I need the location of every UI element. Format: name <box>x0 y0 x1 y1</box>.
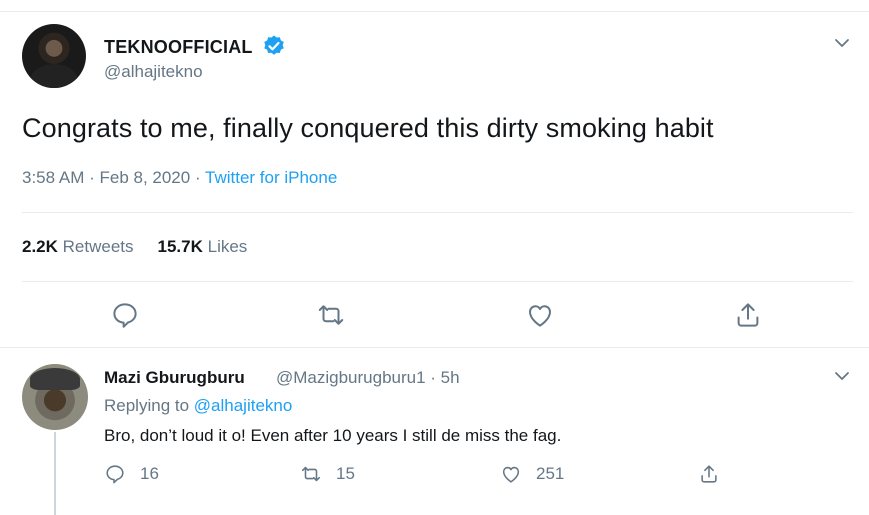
likes-count: 15.7K <box>157 237 203 256</box>
divider <box>0 347 869 348</box>
thread-line <box>54 432 56 515</box>
tweet-actions <box>0 300 869 332</box>
divider <box>22 212 853 213</box>
reply-retweet-action[interactable]: 15 <box>300 462 355 486</box>
author-avatar[interactable] <box>22 24 86 88</box>
author-handle[interactable]: @alhajitekno <box>104 62 203 82</box>
share-icon <box>701 465 717 483</box>
like-count: 251 <box>536 464 565 483</box>
likes-label: Likes <box>202 237 248 256</box>
tweet-text: Congrats to me, finally conquered this d… <box>22 113 714 143</box>
chevron-down-icon[interactable] <box>832 366 852 386</box>
retweets-label: Retweets <box>57 237 134 256</box>
replying-to: Replying to @alhajitekno <box>104 396 292 416</box>
retweet-count: 15 <box>336 464 355 483</box>
divider <box>22 281 853 282</box>
reply-icon <box>106 465 124 484</box>
reply-count: 16 <box>140 464 159 483</box>
engagement-stats: 2.2K Retweets 15.7K Likes <box>22 237 247 257</box>
tweet-source[interactable]: Twitter for iPhone <box>205 168 337 187</box>
reply-author-display-name[interactable]: Mazi Gburugburu <box>104 368 245 388</box>
replying-prefix: Replying to <box>104 396 194 415</box>
retweets-count: 2.2K <box>22 237 58 256</box>
tweet-meta: 3:58 AM · Feb 8, 2020 · Twitter for iPho… <box>22 168 337 188</box>
retweets-stat[interactable]: 2.2K Retweets <box>22 237 134 256</box>
author-display-name[interactable]: TEKNOOFFICIAL <box>104 37 253 58</box>
chevron-down-icon[interactable] <box>832 33 852 53</box>
reply-share-action[interactable] <box>698 462 734 486</box>
reply-like-action[interactable]: 251 <box>500 462 564 486</box>
top-divider <box>0 11 869 12</box>
reply-icon[interactable] <box>110 300 140 330</box>
reply-author-avatar[interactable] <box>22 364 88 430</box>
verified-badge-icon <box>264 35 284 55</box>
like-icon[interactable] <box>525 300 555 330</box>
replying-handle-link[interactable]: @alhajitekno <box>194 396 293 415</box>
reply-text: Bro, don’t loud it o! Even after 10 year… <box>104 426 562 445</box>
reply-author-handle-time[interactable]: @Mazigburugburu1 · 5h <box>276 368 460 388</box>
tweet-timestamp[interactable]: 3:58 AM · Feb 8, 2020 · <box>22 168 205 187</box>
retweet-icon <box>301 466 321 482</box>
reply-reply-action[interactable]: 16 <box>104 462 159 486</box>
retweet-icon[interactable] <box>316 300 346 330</box>
share-icon[interactable] <box>733 300 763 330</box>
likes-stat[interactable]: 15.7K Likes <box>158 237 248 256</box>
like-icon <box>502 466 520 483</box>
